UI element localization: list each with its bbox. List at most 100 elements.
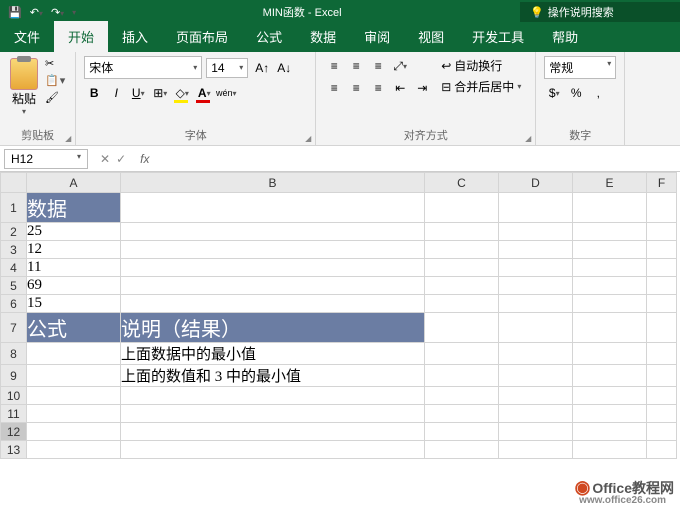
cell-F2[interactable] <box>647 223 677 241</box>
underline-button[interactable]: U▾ <box>128 83 148 103</box>
tab-home[interactable]: 开始 <box>54 21 108 52</box>
cell-F1[interactable] <box>647 193 677 223</box>
cell-B7[interactable]: 说明（结果） <box>121 313 425 343</box>
cell-E2[interactable] <box>573 223 647 241</box>
cell-C3[interactable] <box>425 241 499 259</box>
cell-F3[interactable] <box>647 241 677 259</box>
font-size-select[interactable]: 14▾ <box>206 58 248 78</box>
row-header[interactable]: 1 <box>1 193 27 223</box>
cell-E5[interactable] <box>573 277 647 295</box>
cell-B8[interactable]: 上面数据中的最小值 <box>121 343 425 365</box>
cell-D13[interactable] <box>499 441 573 459</box>
copy-icon[interactable]: 📋▾ <box>44 73 67 88</box>
align-bottom-icon[interactable]: ≡ <box>368 56 388 76</box>
cell-D9[interactable] <box>499 365 573 387</box>
cell-E6[interactable] <box>573 295 647 313</box>
cell-C7[interactable] <box>425 313 499 343</box>
cell-A1[interactable]: 数据 <box>27 193 121 223</box>
cell-D2[interactable] <box>499 223 573 241</box>
dialog-launcher-icon[interactable]: ◢ <box>305 134 311 143</box>
cell-B5[interactable] <box>121 277 425 295</box>
cell-D6[interactable] <box>499 295 573 313</box>
cell-D11[interactable] <box>499 405 573 423</box>
cell-C1[interactable] <box>425 193 499 223</box>
cell-D4[interactable] <box>499 259 573 277</box>
cell-D8[interactable] <box>499 343 573 365</box>
cell-C11[interactable] <box>425 405 499 423</box>
cell-E9[interactable] <box>573 365 647 387</box>
cell-E3[interactable] <box>573 241 647 259</box>
cell-D10[interactable] <box>499 387 573 405</box>
cell-F5[interactable] <box>647 277 677 295</box>
cell-F11[interactable] <box>647 405 677 423</box>
cell-A6[interactable]: 15 <box>27 295 121 313</box>
cell-E1[interactable] <box>573 193 647 223</box>
cell-A13[interactable] <box>27 441 121 459</box>
percent-icon[interactable]: % <box>566 83 586 103</box>
cell-E11[interactable] <box>573 405 647 423</box>
row-header[interactable]: 3 <box>1 241 27 259</box>
merge-center-button[interactable]: ⊟合并后居中▾ <box>440 77 522 96</box>
row-header[interactable]: 11 <box>1 405 27 423</box>
cell-A8[interactable] <box>27 343 121 365</box>
tab-formulas[interactable]: 公式 <box>242 21 296 52</box>
align-left-icon[interactable]: ≡ <box>324 78 344 98</box>
row-header[interactable]: 10 <box>1 387 27 405</box>
cell-D5[interactable] <box>499 277 573 295</box>
qat-more-icon[interactable]: ▾ <box>72 8 76 17</box>
cell-D7[interactable] <box>499 313 573 343</box>
cell-B1[interactable] <box>121 193 425 223</box>
row-header[interactable]: 5 <box>1 277 27 295</box>
cell-C9[interactable] <box>425 365 499 387</box>
row-header[interactable]: 8 <box>1 343 27 365</box>
row-header[interactable]: 7 <box>1 313 27 343</box>
cell-B9[interactable]: 上面的数值和 3 中的最小值 <box>121 365 425 387</box>
tab-dev[interactable]: 开发工具 <box>458 21 538 52</box>
cell-A3[interactable]: 12 <box>27 241 121 259</box>
save-icon[interactable]: 💾 <box>8 6 22 19</box>
orientation-icon[interactable]: ⤢▾ <box>390 56 410 76</box>
formula-input[interactable] <box>155 149 680 168</box>
name-box[interactable]: H12▾ <box>4 149 88 169</box>
cell-B4[interactable] <box>121 259 425 277</box>
cell-B10[interactable] <box>121 387 425 405</box>
dialog-launcher-icon[interactable]: ◢ <box>65 134 71 143</box>
cell-E8[interactable] <box>573 343 647 365</box>
format-painter-icon[interactable]: 🖌 <box>44 90 67 105</box>
row-header[interactable]: 2 <box>1 223 27 241</box>
undo-icon[interactable]: ↶▾ <box>30 6 43 19</box>
tab-file[interactable]: 文件 <box>0 21 54 52</box>
phonetic-button[interactable]: wén▾ <box>216 83 236 103</box>
select-all-corner[interactable] <box>1 173 27 193</box>
cell-C8[interactable] <box>425 343 499 365</box>
fill-color-button[interactable]: ◇▾ <box>172 83 192 103</box>
bold-button[interactable]: B <box>84 83 104 103</box>
dialog-launcher-icon[interactable]: ◢ <box>525 134 531 143</box>
col-header-F[interactable]: F <box>647 173 677 193</box>
cell-A11[interactable] <box>27 405 121 423</box>
col-header-A[interactable]: A <box>27 173 121 193</box>
cell-F8[interactable] <box>647 343 677 365</box>
cell-A7[interactable]: 公式 <box>27 313 121 343</box>
cell-F6[interactable] <box>647 295 677 313</box>
cell-F10[interactable] <box>647 387 677 405</box>
indent-increase-icon[interactable]: ⇥ <box>412 78 432 98</box>
cell-F12[interactable] <box>647 423 677 441</box>
cell-A9[interactable] <box>27 365 121 387</box>
increase-font-icon[interactable]: A↑ <box>252 58 272 78</box>
cell-F7[interactable] <box>647 313 677 343</box>
tab-help[interactable]: 帮助 <box>538 21 592 52</box>
cell-C13[interactable] <box>425 441 499 459</box>
font-name-select[interactable]: 宋体▾ <box>84 56 202 79</box>
cell-F13[interactable] <box>647 441 677 459</box>
cell-F4[interactable] <box>647 259 677 277</box>
cell-C6[interactable] <box>425 295 499 313</box>
cancel-formula-icon[interactable]: ✕ <box>100 152 110 166</box>
cell-F9[interactable] <box>647 365 677 387</box>
tab-data[interactable]: 数据 <box>296 21 350 52</box>
cell-A2[interactable]: 25 <box>27 223 121 241</box>
cell-B3[interactable] <box>121 241 425 259</box>
cell-D12[interactable] <box>499 423 573 441</box>
align-top-icon[interactable]: ≡ <box>324 56 344 76</box>
row-header[interactable]: 13 <box>1 441 27 459</box>
